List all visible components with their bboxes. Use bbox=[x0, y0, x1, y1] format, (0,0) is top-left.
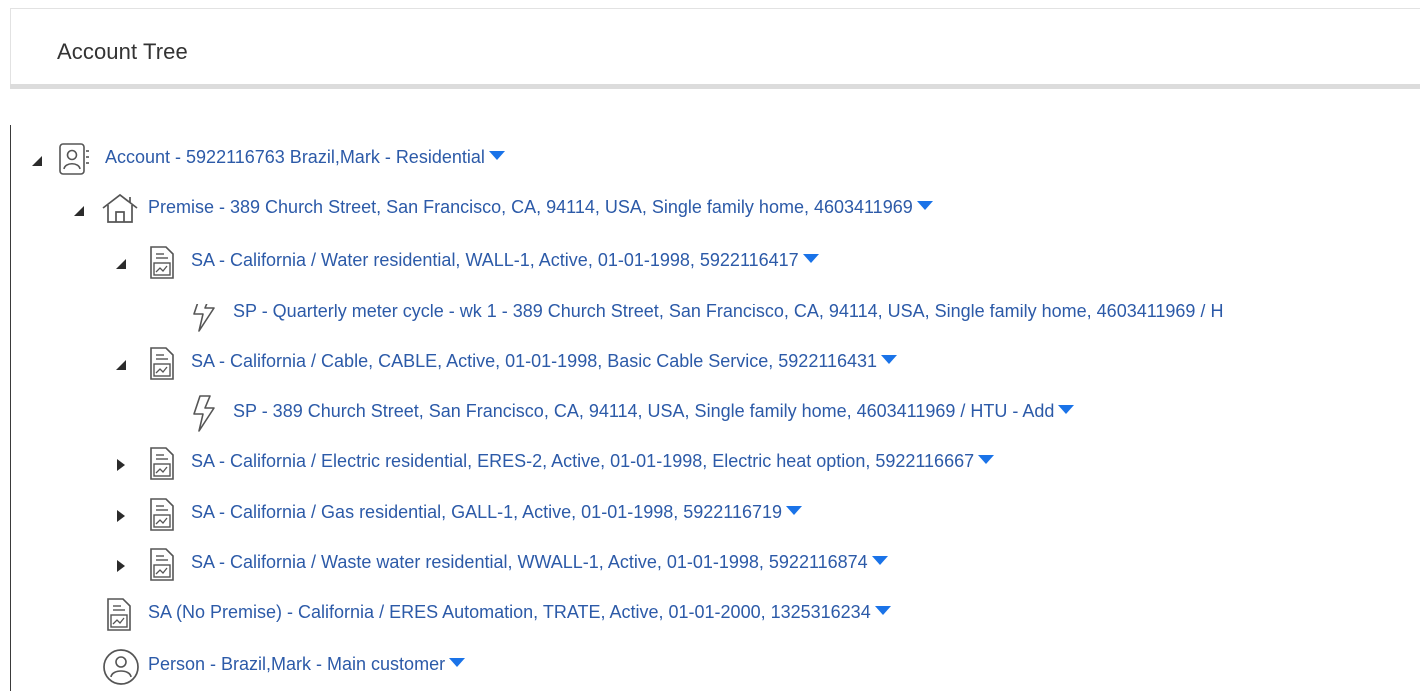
dropdown-caret-icon[interactable] bbox=[871, 556, 888, 565]
collapse-toggle-icon[interactable] bbox=[114, 358, 128, 372]
tree-node-premise: Premise - 389 Church Street, San Francis… bbox=[0, 193, 1420, 230]
sa-water-label-text[interactable]: SA - California / Water residential, WAL… bbox=[191, 250, 799, 270]
tree-node-sa-wastewater-label[interactable]: SA - California / Waste water residentia… bbox=[191, 552, 888, 573]
tree-node-sa-water: SA - California / Water residential, WAL… bbox=[0, 246, 1420, 283]
sa-gas-label-text[interactable]: SA - California / Gas residential, GALL-… bbox=[191, 502, 782, 522]
dropdown-caret-icon[interactable] bbox=[1058, 405, 1075, 414]
collapse-toggle-icon[interactable] bbox=[72, 204, 86, 218]
tree-node-sp-water-label[interactable]: SP - Quarterly meter cycle - wk 1 - 389 … bbox=[233, 304, 1223, 322]
account-label-text[interactable]: Account - 5922116763 Brazil,Mark - Resid… bbox=[105, 147, 485, 167]
collapse-toggle-icon[interactable] bbox=[30, 154, 44, 168]
tree-node-account: Account - 5922116763 Brazil,Mark - Resid… bbox=[0, 143, 1420, 180]
dropdown-caret-icon[interactable] bbox=[786, 506, 803, 515]
document-icon bbox=[148, 547, 178, 581]
tree-node-premise-label[interactable]: Premise - 389 Church Street, San Francis… bbox=[148, 197, 933, 218]
document-icon bbox=[148, 497, 178, 531]
person-circle-icon bbox=[101, 647, 139, 685]
dropdown-caret-icon[interactable] bbox=[881, 355, 898, 364]
expand-toggle-icon[interactable] bbox=[114, 458, 128, 472]
tree-node-sa-gas: SA - California / Gas residential, GALL-… bbox=[0, 498, 1420, 535]
tree-node-sp-cable-label[interactable]: SP - 389 Church Street, San Francisco, C… bbox=[233, 401, 1075, 422]
expand-toggle-icon[interactable] bbox=[114, 509, 128, 523]
sa-electric-label-text[interactable]: SA - California / Electric residential, … bbox=[191, 451, 974, 471]
tree-node-sa-no-premise: SA (No Premise) - California / ERES Auto… bbox=[0, 598, 1420, 635]
dropdown-caret-icon[interactable] bbox=[802, 254, 819, 263]
sp-cable-label-text[interactable]: SP - 389 Church Street, San Francisco, C… bbox=[233, 401, 1054, 421]
tree-node-person: Person - Brazil,Mark - Main customer bbox=[0, 649, 1420, 687]
tree-node-sa-electric: SA - California / Electric residential, … bbox=[0, 447, 1420, 484]
panel-title: Account Tree bbox=[57, 39, 188, 64]
tree-node-sp-water: SP - Quarterly meter cycle - wk 1 - 389 … bbox=[0, 304, 1420, 334]
tree-node-account-label[interactable]: Account - 5922116763 Brazil,Mark - Resid… bbox=[105, 147, 505, 168]
tree-node-sa-cable: SA - California / Cable, CABLE, Active, … bbox=[0, 347, 1420, 384]
account-tree-panel: Account Tree Account - 5922116763 Brazil… bbox=[0, 0, 1420, 691]
sa-wastewater-label-text[interactable]: SA - California / Waste water residentia… bbox=[191, 552, 868, 572]
tree-node-sp-cable: SP - 389 Church Street, San Francisco, C… bbox=[0, 395, 1420, 434]
expand-toggle-icon[interactable] bbox=[114, 559, 128, 573]
tree-node-person-label[interactable]: Person - Brazil,Mark - Main customer bbox=[148, 654, 466, 675]
tree-node-sa-wastewater: SA - California / Waste water residentia… bbox=[0, 548, 1420, 585]
dropdown-caret-icon[interactable] bbox=[874, 606, 891, 615]
header-divider bbox=[10, 84, 1420, 89]
dropdown-caret-icon[interactable] bbox=[449, 658, 466, 667]
premise-label-text[interactable]: Premise - 389 Church Street, San Francis… bbox=[148, 197, 913, 217]
lightning-icon bbox=[190, 394, 220, 432]
tree-node-sa-electric-label[interactable]: SA - California / Electric residential, … bbox=[191, 451, 995, 472]
tree-node-sa-water-label[interactable]: SA - California / Water residential, WAL… bbox=[191, 250, 819, 271]
dropdown-caret-icon[interactable] bbox=[488, 151, 505, 160]
document-icon bbox=[148, 245, 178, 279]
panel-header: Account Tree bbox=[10, 8, 1420, 86]
tree-node-sa-gas-label[interactable]: SA - California / Gas residential, GALL-… bbox=[191, 502, 803, 523]
account-card-icon bbox=[58, 142, 89, 175]
tree-node-sa-no-premise-label[interactable]: SA (No Premise) - California / ERES Auto… bbox=[148, 602, 891, 623]
lightning-icon bbox=[190, 304, 220, 332]
document-icon bbox=[148, 346, 178, 380]
person-label-text[interactable]: Person - Brazil,Mark - Main customer bbox=[148, 654, 445, 674]
dropdown-caret-icon[interactable] bbox=[978, 455, 995, 464]
sa-cable-label-text[interactable]: SA - California / Cable, CABLE, Active, … bbox=[191, 351, 877, 371]
house-icon bbox=[101, 192, 138, 224]
document-icon bbox=[105, 597, 135, 631]
dropdown-caret-icon[interactable] bbox=[916, 201, 933, 210]
tree-node-sa-cable-label[interactable]: SA - California / Cable, CABLE, Active, … bbox=[191, 351, 898, 372]
document-icon bbox=[148, 446, 178, 480]
sp-water-label-text[interactable]: SP - Quarterly meter cycle - wk 1 - 389 … bbox=[233, 304, 1223, 321]
sa-no-premise-label-text[interactable]: SA (No Premise) - California / ERES Auto… bbox=[148, 602, 871, 622]
collapse-toggle-icon[interactable] bbox=[114, 257, 128, 271]
